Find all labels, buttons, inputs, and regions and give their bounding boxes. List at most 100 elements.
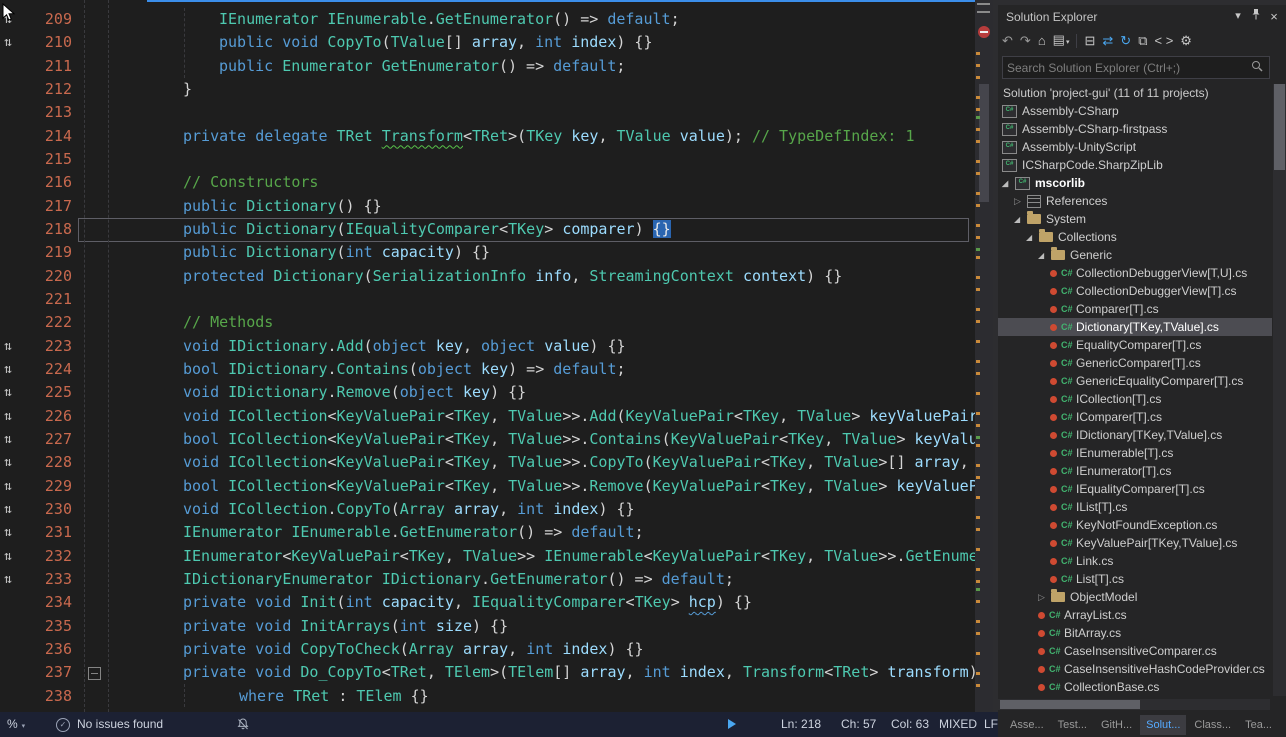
tree-item[interactable]: C#CollectionBase.cs [998, 678, 1272, 696]
code-line[interactable]: ⇅223void IDictionary.Add(object key, obj… [0, 335, 975, 358]
properties-icon[interactable]: ⚙ [1180, 32, 1192, 50]
tree-item[interactable]: C#EqualityComparer[T].cs [998, 336, 1272, 354]
tree-arrow-icon[interactable]: ◢ [1026, 233, 1039, 242]
code-line[interactable]: ⇅229bool ICollection<KeyValuePair<TKey, … [0, 475, 975, 498]
code-line[interactable]: ⇅209IEnumerator IEnumerable.GetEnumerato… [0, 8, 975, 31]
window-position-icon[interactable]: ▾ [1230, 9, 1246, 22]
tree-item[interactable]: C#IEqualityComparer[T].cs [998, 480, 1272, 498]
tree-arrow-icon[interactable]: ◢ [1014, 215, 1027, 224]
notifications-muted-icon[interactable] [237, 718, 249, 734]
zoom-select[interactable]: %▾ [7, 717, 25, 731]
code-line[interactable]: ⇅233IDictionaryEnumerator IDictionary.Ge… [0, 568, 975, 591]
code-line[interactable]: 217public Dictionary() {} [0, 195, 975, 218]
override-indicator-icon[interactable]: ⇅ [4, 31, 12, 54]
editor-scrollbar-thumb[interactable] [979, 84, 989, 202]
override-indicator-icon[interactable]: ⇅ [4, 428, 12, 451]
nav-back-icon[interactable]: ↶ [1002, 32, 1013, 50]
status-encoding[interactable]: MIXED [939, 717, 977, 731]
override-indicator-icon[interactable]: ⇅ [4, 381, 12, 404]
code-line[interactable]: 236private void CopyToCheck(Array array,… [0, 638, 975, 661]
override-indicator-icon[interactable]: ⇅ [4, 451, 12, 474]
code-editor[interactable]: ⇅209IEnumerator IEnumerable.GetEnumerato… [0, 0, 975, 712]
tree-item[interactable]: C#ICSharpCode.SharpZipLib [998, 156, 1272, 174]
code-line[interactable]: ⇅227bool ICollection<KeyValuePair<TKey, … [0, 428, 975, 451]
tree-arrow-icon[interactable]: ▷ [1038, 592, 1051, 603]
panel-tab[interactable]: Tea... [1239, 715, 1278, 735]
code-line[interactable]: ⇅231IEnumerator IEnumerable.GetEnumerato… [0, 521, 975, 544]
tree-item[interactable]: C#List[T].cs [998, 570, 1272, 588]
tree-item[interactable]: C#Comparer[T].cs [998, 300, 1272, 318]
tree-arrow-icon[interactable]: ◢ [1002, 179, 1015, 188]
code-line[interactable]: 213 [0, 101, 975, 124]
code-line[interactable]: 235private void InitArrays(int size) {} [0, 615, 975, 638]
tree-item[interactable]: C#KeyValuePair[TKey,TValue].cs [998, 534, 1272, 552]
tree-item[interactable]: C#CaseInsensitiveComparer.cs [998, 642, 1272, 660]
run-indicator-icon[interactable] [728, 719, 736, 729]
tree-item[interactable]: ▷ObjectModel [998, 588, 1272, 606]
nav-forward-icon[interactable]: ↷ [1020, 32, 1031, 50]
override-indicator-icon[interactable]: ⇅ [4, 335, 12, 358]
override-indicator-icon[interactable]: ⇅ [4, 521, 12, 544]
split-editor-handle[interactable] [977, 3, 990, 13]
tree-item[interactable]: C#Link.cs [998, 552, 1272, 570]
code-line[interactable]: ⇅210public void CopyTo(TValue[] array, i… [0, 31, 975, 54]
code-line[interactable]: 212} [0, 78, 975, 101]
code-line[interactable]: 215 [0, 148, 975, 171]
override-indicator-icon[interactable]: ⇅ [4, 545, 12, 568]
editor-scrollbar[interactable] [975, 0, 993, 712]
tree-vscroll-thumb[interactable] [1274, 84, 1285, 170]
tree-item[interactable]: C#IComparer[T].cs [998, 408, 1272, 426]
tree-item[interactable]: ◢Collections [998, 228, 1272, 246]
view-code-icon[interactable]: < > [1155, 32, 1174, 50]
code-line[interactable]: ⇅232IEnumerator<KeyValuePair<TKey, TValu… [0, 545, 975, 568]
refresh-icon[interactable]: ↻ [1120, 32, 1131, 50]
code-line[interactable]: 221 [0, 288, 975, 311]
panel-tab[interactable]: Test... [1052, 715, 1093, 735]
collapse-all-icon[interactable]: ⊟ [1084, 32, 1095, 50]
tree-item[interactable]: C#IDictionary[TKey,TValue].cs [998, 426, 1272, 444]
tree-item[interactable]: ◢C#mscorlib [998, 174, 1272, 192]
tree-item[interactable]: ▷References [998, 192, 1272, 210]
tree-item[interactable]: C#Dictionary[TKey,TValue].cs [998, 318, 1272, 336]
issues-status-icon[interactable]: ✓ [56, 718, 70, 732]
status-line[interactable]: Ln: 218 [781, 717, 821, 731]
code-line[interactable]: ⇅224bool IDictionary.Contains(object key… [0, 358, 975, 381]
home-icon[interactable]: ⌂ [1038, 32, 1046, 50]
tree-item[interactable]: C#BitArray.cs [998, 624, 1272, 642]
tree-item[interactable]: C#IList[T].cs [998, 498, 1272, 516]
code-line[interactable]: ⇅226void ICollection<KeyValuePair<TKey, … [0, 405, 975, 428]
tree-item[interactable]: ◢Generic [998, 246, 1272, 264]
panel-tab[interactable]: Class... [1188, 715, 1237, 735]
tree-item[interactable]: C#GenericEqualityComparer[T].cs [998, 372, 1272, 390]
tree-item[interactable]: C#CaseInsensitiveHashCodeProvider.cs [998, 660, 1272, 678]
code-line[interactable]: 237private void Do_CopyTo<TRet, TElem>(T… [0, 661, 975, 684]
code-line[interactable]: 222// Methods [0, 311, 975, 334]
search-icon[interactable] [1251, 59, 1263, 77]
issues-status-text[interactable]: No issues found [77, 717, 163, 731]
tree-item[interactable]: C#IEnumerator[T].cs [998, 462, 1272, 480]
tree-item[interactable]: C#CollectionDebuggerView[T,U].cs [998, 264, 1272, 282]
panel-tab[interactable]: Solut... [1140, 715, 1186, 735]
sync-with-active-document-icon[interactable]: ⇄ [1102, 32, 1113, 50]
override-indicator-icon[interactable]: ⇅ [4, 568, 12, 591]
tree-item[interactable]: C#GenericComparer[T].cs [998, 354, 1272, 372]
close-icon[interactable]: × [1266, 9, 1282, 24]
status-line-ending[interactable]: LF [984, 717, 998, 731]
override-indicator-icon[interactable]: ⇅ [4, 475, 12, 498]
override-indicator-icon[interactable]: ⇅ [4, 498, 12, 521]
tree-item[interactable]: C#IEnumerable[T].cs [998, 444, 1272, 462]
tree-item[interactable]: C#Assembly-CSharp-firstpass [998, 120, 1272, 138]
code-line[interactable]: 219public Dictionary(int capacity) {} [0, 241, 975, 264]
code-line[interactable]: 218public Dictionary(IEqualityComparer<T… [0, 218, 975, 241]
tree-item[interactable]: C#ICollection[T].cs [998, 390, 1272, 408]
code-line[interactable]: 211public Enumerator GetEnumerator() => … [0, 55, 975, 78]
code-line[interactable]: 214private delegate TRet Transform<TRet>… [0, 125, 975, 148]
code-line[interactable]: ⇅228void ICollection<KeyValuePair<TKey, … [0, 451, 975, 474]
code-line[interactable]: 238where TRet : TElem {} [0, 685, 975, 708]
tree-item[interactable]: C#Assembly-CSharp [998, 102, 1272, 120]
search-input[interactable] [1003, 61, 1251, 75]
status-column[interactable]: Col: 63 [891, 717, 929, 731]
code-line[interactable]: ⇅225void IDictionary.Remove(object key) … [0, 381, 975, 404]
pin-icon[interactable] [1248, 8, 1264, 24]
status-character[interactable]: Ch: 57 [841, 717, 876, 731]
